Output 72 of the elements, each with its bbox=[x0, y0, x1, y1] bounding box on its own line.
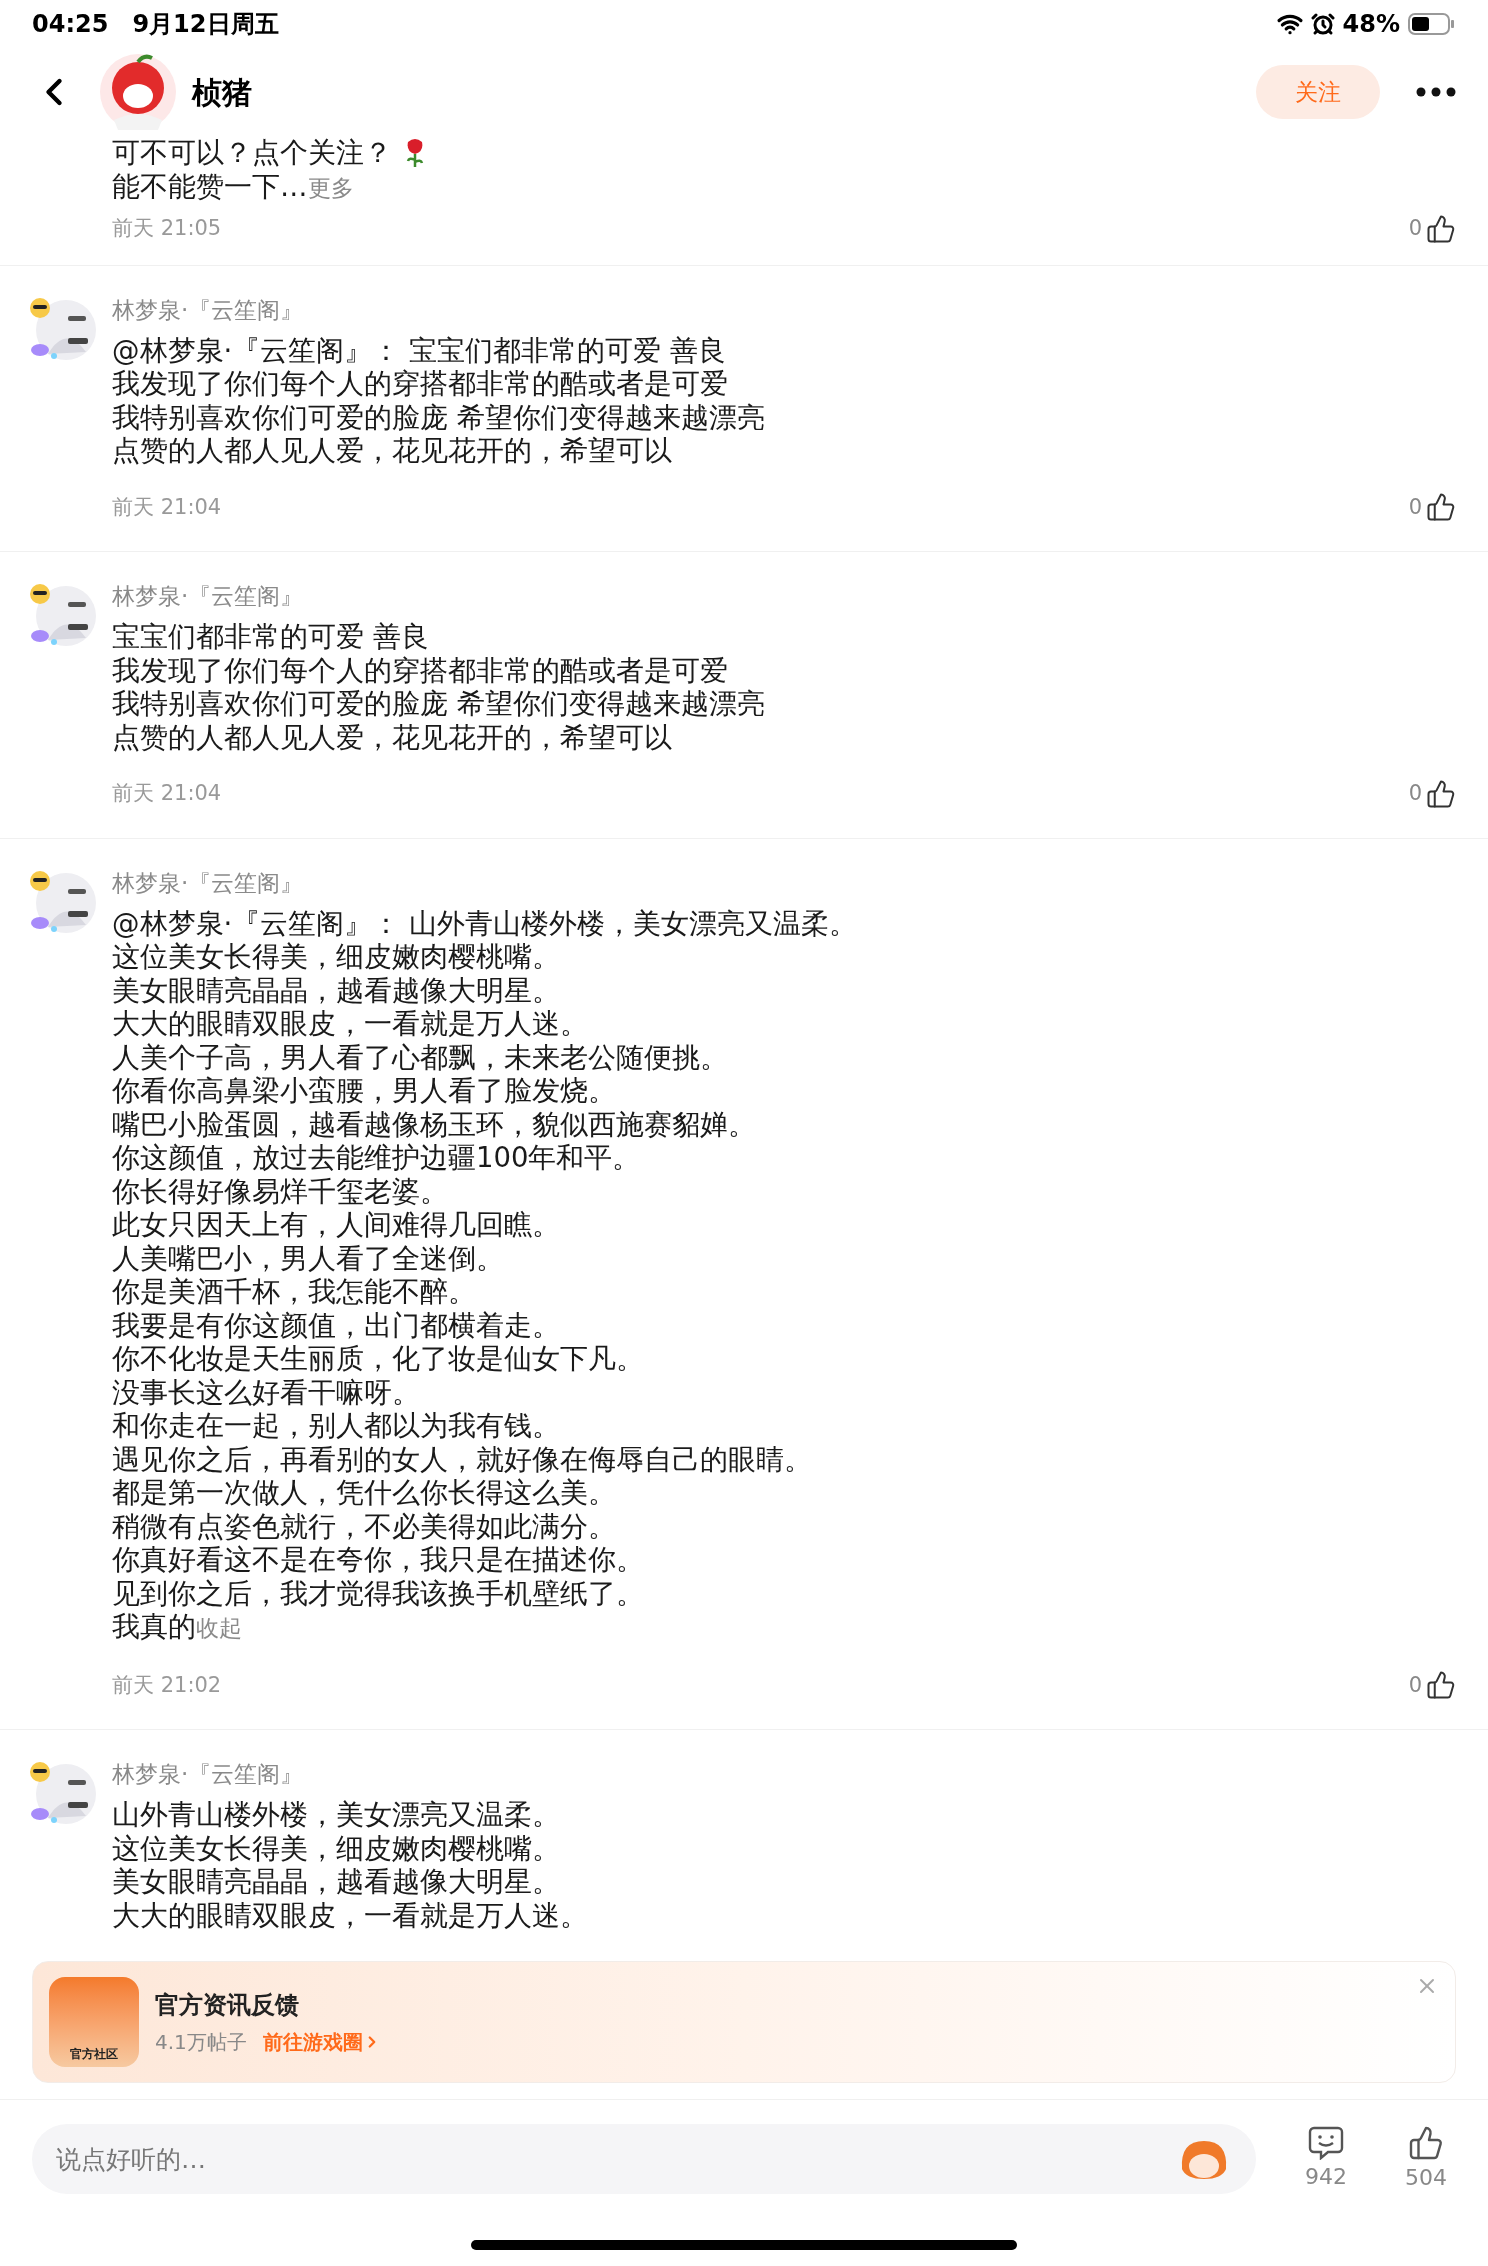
like-count: 0 bbox=[1408, 1671, 1422, 1699]
comment-text: 你这颜值，放过去能维护边疆100年和平。 bbox=[112, 1141, 641, 1175]
comment-text: 人美个子高，男人看了心都飘，未来老公随便挑。 bbox=[112, 1040, 728, 1074]
community-icon: 官方社区 bbox=[49, 1977, 139, 2067]
comment-text: @林梦泉·『云笙阁』： 宝宝们都非常的可爱 善良 bbox=[112, 333, 726, 367]
comment-text: 可不可以？点个关注？ bbox=[112, 136, 392, 170]
more-icon[interactable] bbox=[1416, 87, 1456, 97]
like-count: 0 bbox=[1408, 493, 1422, 521]
comment-text: 你不化妆是天生丽质，化了妆是仙女下凡。 bbox=[112, 1342, 644, 1376]
comment-time: 前天 21:04 bbox=[112, 493, 222, 521]
comment-text: 见到你之后，我才觉得我该换手机壁纸了。 bbox=[112, 1576, 644, 1610]
like-icon[interactable] bbox=[1426, 778, 1456, 809]
promo-banner[interactable]: 官方社区 官方资讯反馈 4.1万帖子 前往游戏圈 bbox=[32, 1961, 1456, 2083]
comment-text: 点赞的人都人见人爱，花见花开的，希望可以 bbox=[112, 720, 672, 754]
comment-text: 嘴巴小脸蛋圆，越看越像杨玉环，貌似西施赛貂婵。 bbox=[112, 1107, 756, 1141]
comment-count: 942 bbox=[1305, 2162, 1347, 2191]
like-total: 504 bbox=[1405, 2163, 1447, 2192]
post-count: 4.1万帖子 bbox=[155, 2029, 247, 2056]
status-time: 04:25 bbox=[32, 9, 109, 40]
comment-text: 都是第一次做人，凭什么你长得这么美。 bbox=[112, 1476, 616, 1510]
like-count: 0 bbox=[1408, 780, 1422, 807]
status-date: 9月12日周五 bbox=[132, 9, 279, 40]
comment-icon[interactable] bbox=[1308, 2125, 1344, 2160]
like-icon[interactable] bbox=[1426, 213, 1456, 244]
like-count: 0 bbox=[1408, 215, 1422, 242]
comment-text: 你是美酒千杯，我怎能不醉。 bbox=[112, 1275, 476, 1309]
comment-text: 山外青山楼外楼，美女漂亮又温柔。 bbox=[112, 1798, 560, 1832]
comment-text: 你长得好像易烊千玺老婆。 bbox=[112, 1174, 448, 1208]
comment-author[interactable]: 林梦泉·『云笙阁』 bbox=[112, 1758, 304, 1790]
comment-text: 没事长这么好看干嘛呀。 bbox=[112, 1375, 420, 1409]
comment-text: 美女眼睛亮晶晶，越看越像大明星。 bbox=[112, 973, 560, 1007]
comment-text: 你真好看这不是在夸你，我只是在描述你。 bbox=[112, 1543, 644, 1577]
comment-time: 前天 21:02 bbox=[112, 1671, 222, 1699]
comment-text: 你看你高鼻梁小蛮腰，男人看了脸发烧。 bbox=[112, 1074, 616, 1108]
comment-text: 美女眼睛亮晶晶，越看越像大明星。 bbox=[112, 1865, 560, 1899]
comment-input[interactable]: 说点好听的… bbox=[32, 2124, 1256, 2194]
comment-text: 和你走在一起，别人都以为我有钱。 bbox=[112, 1409, 560, 1443]
comment-text: 稍微有点姿色就行，不必美得如此满分。 bbox=[112, 1509, 616, 1543]
battery-icon bbox=[1408, 12, 1456, 36]
comment-text: 这位美女长得美，细皮嫩肉樱桃嘴。 bbox=[112, 1831, 560, 1865]
comment-time: 前天 21:05 bbox=[112, 215, 222, 242]
comment-text: @林梦泉·『云笙阁』： 山外青山楼外楼，美女漂亮又温柔。 bbox=[112, 906, 857, 940]
comment-text: 宝宝们都非常的可爱 善良 bbox=[112, 620, 429, 654]
comment-text: 我要是有你这颜值，出门都横着走。 bbox=[112, 1308, 560, 1342]
comment-text: 我真的收起 bbox=[112, 1610, 242, 1644]
game-circle-link[interactable]: 前往游戏圈 bbox=[262, 2027, 381, 2057]
comment-text: 点赞的人都人见人爱，花见花开的，希望可以 bbox=[112, 434, 672, 468]
profile-name[interactable]: 桢猪 bbox=[192, 69, 1256, 115]
comment-text: 我发现了你们每个人的穿搭都非常的酷或者是可爱 bbox=[112, 653, 728, 687]
comment-text: 此女只因天上有，人间难得几回瞧。 bbox=[112, 1208, 560, 1242]
comment-text: 大大的眼睛双眼皮，一看就是万人迷。 bbox=[112, 1007, 588, 1041]
comment-text: 大大的眼睛双眼皮，一看就是万人迷。 bbox=[112, 1898, 588, 1932]
comment-text: 我发现了你们每个人的穿搭都非常的酷或者是可爱 bbox=[112, 367, 728, 401]
expand-link[interactable]: 收起 bbox=[196, 1615, 242, 1641]
comment-author[interactable]: 林梦泉·『云笙阁』 bbox=[112, 293, 304, 326]
comment-author[interactable]: 林梦泉·『云笙阁』 bbox=[112, 866, 304, 899]
battery-percent: 48% bbox=[1342, 9, 1400, 40]
comment-time: 前天 21:04 bbox=[112, 780, 222, 807]
alarm-icon bbox=[1310, 12, 1335, 36]
comment-text: 我特别喜欢你们可爱的脸庞 希望你们变得越来越漂亮 bbox=[112, 687, 765, 721]
comment-author[interactable]: 林梦泉·『云笙阁』 bbox=[112, 580, 304, 612]
comment-text: 遇见你之后，再看别的女人，就好像在侮辱自己的眼睛。 bbox=[112, 1442, 812, 1476]
banner-title: 官方资讯反馈 bbox=[155, 1990, 300, 2021]
comment-text: 能不能赞一下…更多 bbox=[112, 169, 354, 204]
like-icon[interactable] bbox=[1426, 1670, 1456, 1701]
expand-link[interactable]: 更多 bbox=[307, 174, 354, 201]
follow-button[interactable]: 关注 bbox=[1256, 65, 1380, 119]
like-icon[interactable] bbox=[1426, 492, 1456, 523]
comment-text: 这位美女长得美，细皮嫩肉樱桃嘴。 bbox=[112, 940, 560, 974]
like-icon[interactable] bbox=[1408, 2124, 1444, 2161]
comment-text: 我特别喜欢你们可爱的脸庞 希望你们变得越来越漂亮 bbox=[112, 400, 765, 434]
comment-text: 人美嘴巴小，男人看了全迷倒。 bbox=[112, 1241, 504, 1275]
